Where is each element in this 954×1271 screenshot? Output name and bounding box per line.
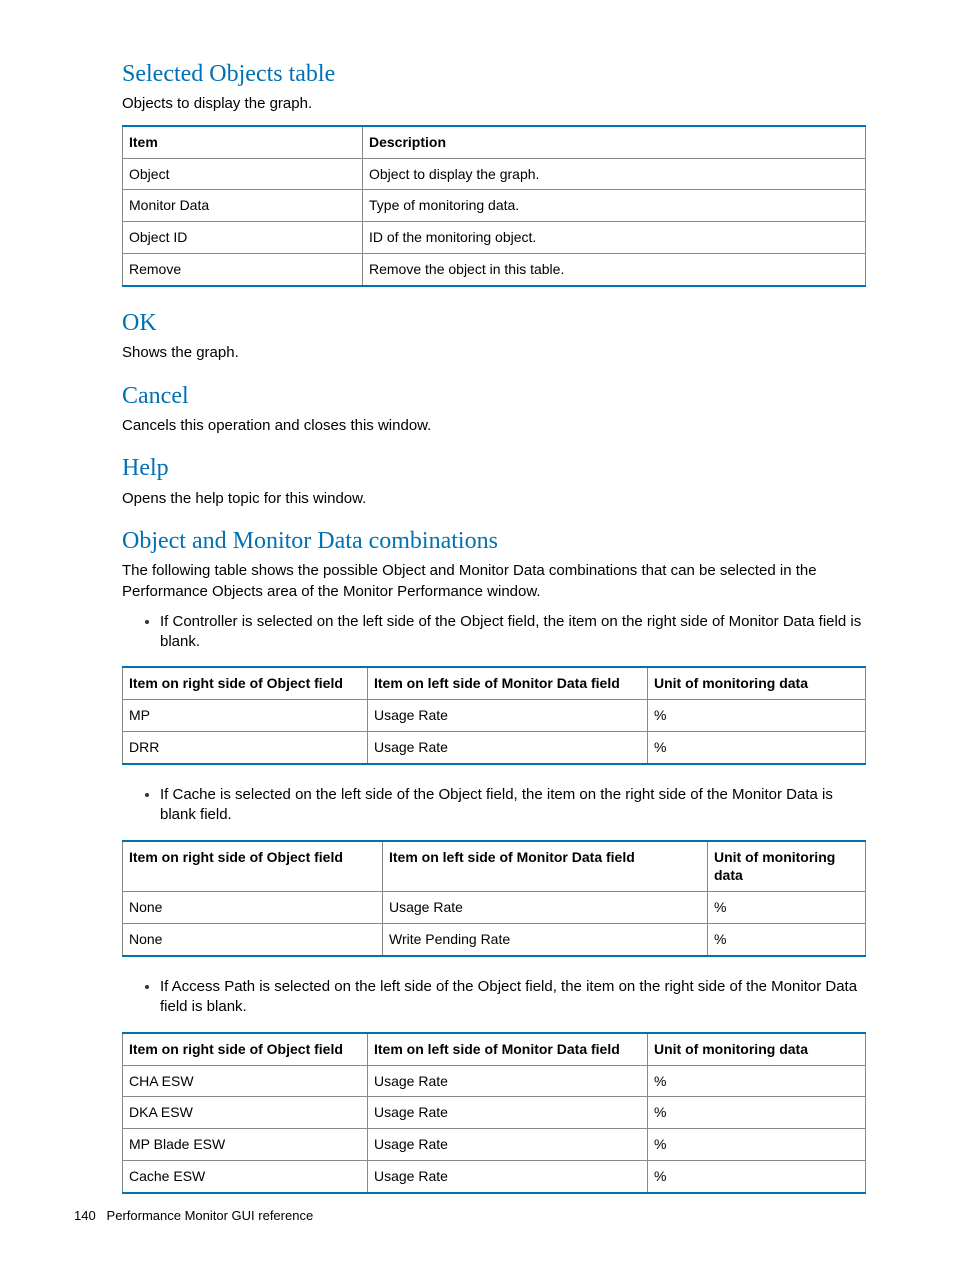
page-number: 140: [74, 1208, 96, 1223]
bullet-list: If Access Path is selected on the left s…: [122, 977, 866, 1018]
table-row: Object IDID of the monitoring object.: [123, 222, 866, 254]
table-row: NoneWrite Pending Rate%: [123, 924, 866, 956]
intro-combos: The following table shows the possible O…: [122, 561, 866, 602]
heading-help: Help: [122, 452, 866, 484]
footer-title: Performance Monitor GUI reference: [107, 1208, 314, 1223]
heading-ok: OK: [122, 307, 866, 339]
document-page: Selected Objects table Objects to displa…: [0, 0, 954, 1271]
table-row: NoneUsage Rate%: [123, 892, 866, 924]
page-footer: 140 Performance Monitor GUI reference: [74, 1207, 313, 1225]
table-cache: Item on right side of Object field Item …: [122, 840, 866, 958]
table-row: CHA ESWUsage Rate%: [123, 1065, 866, 1097]
text-help: Opens the help topic for this window.: [122, 489, 866, 509]
intro-selected-objects: Objects to display the graph.: [122, 94, 866, 114]
th-desc: Description: [363, 126, 866, 158]
bullet-list: If Cache is selected on the left side of…: [122, 785, 866, 826]
list-item: If Controller is selected on the left si…: [160, 612, 866, 653]
th-item: Item: [123, 126, 363, 158]
table-controller: Item on right side of Object field Item …: [122, 666, 866, 765]
text-ok: Shows the graph.: [122, 343, 866, 363]
table-selected-objects: Item Description ObjectObject to display…: [122, 125, 866, 287]
list-item: If Access Path is selected on the left s…: [160, 977, 866, 1018]
table-row: RemoveRemove the object in this table.: [123, 254, 866, 286]
table-access-path: Item on right side of Object field Item …: [122, 1032, 866, 1194]
table-row: DKA ESWUsage Rate%: [123, 1097, 866, 1129]
table-row: MPUsage Rate%: [123, 700, 866, 732]
heading-combos: Object and Monitor Data combinations: [122, 525, 866, 557]
heading-selected-objects: Selected Objects table: [122, 58, 866, 90]
table-row: ObjectObject to display the graph.: [123, 158, 866, 190]
list-item: If Cache is selected on the left side of…: [160, 785, 866, 826]
table-row: Cache ESWUsage Rate%: [123, 1161, 866, 1193]
table-row: DRRUsage Rate%: [123, 732, 866, 764]
heading-cancel: Cancel: [122, 380, 866, 412]
bullet-list: If Controller is selected on the left si…: [122, 612, 866, 653]
table-row: MP Blade ESWUsage Rate%: [123, 1129, 866, 1161]
text-cancel: Cancels this operation and closes this w…: [122, 416, 866, 436]
table-row: Monitor DataType of monitoring data.: [123, 190, 866, 222]
